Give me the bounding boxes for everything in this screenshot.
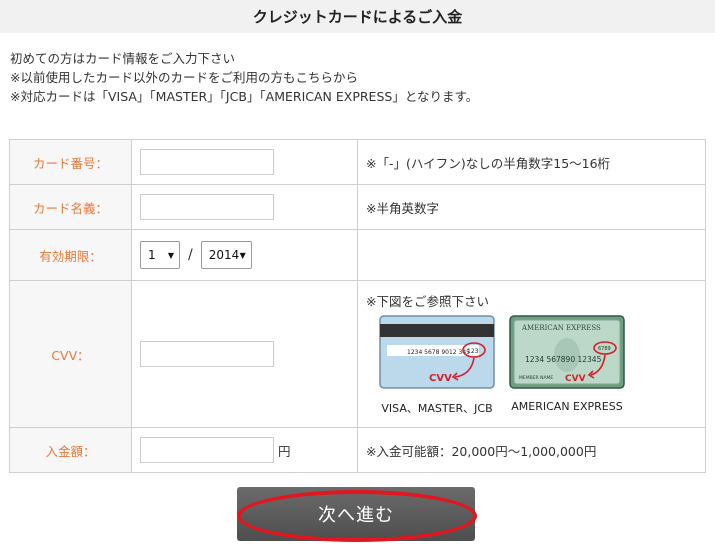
amex-holder: MEMBER NAME [519,375,553,381]
amount-row: 入金額： 円 ※入金可能額：20,000円～1,000,000円 [9,427,706,473]
card-number-input[interactable] [140,149,274,175]
card-name-input[interactable] [140,194,274,220]
expiry-month-select[interactable]: 1 ▼ [140,241,180,269]
card-name-note: ※半角英数字 [357,184,706,230]
next-button-label: 次へ進む [318,505,394,526]
amex-card-example: AMERICAN EXPRESS 1234 567890 12345 MEMBE… [502,315,632,416]
chevron-down-icon: ▼ [239,250,246,260]
amount-unit: 円 [278,443,291,459]
amount-input[interactable] [140,437,274,463]
card-number-label: カード番号： [9,139,132,185]
cvv-input[interactable] [140,341,274,367]
cvv-row: CVV： ※下図をご参照下さい 1234 5678 9012 345 123 C… [9,280,706,428]
card-form-table: カード番号： ※「-」(ハイフン)なしの半角数字15～16桁 カード名義： ※半… [9,139,706,473]
intro-text: 初めての方はカード情報をご入力下さい ※以前使用したカード以外のカードをご利用の… [10,49,478,106]
page-title: クレジットカードによるご入金 [252,8,463,26]
expiry-note [357,229,706,281]
expiry-row: 有効期限： 1 ▼ / 2014 ▼ [9,229,706,281]
amex-cvv-tag: CVV [565,374,586,384]
intro-line: ※以前使用したカード以外のカードをご利用の方もこちらから [10,70,358,85]
cvv-help-cell: ※下図をご参照下さい 1234 5678 9012 345 123 CVV VI… [357,280,706,428]
intro-line: ※対応カードは「VISA」「MASTER」「JCB」「AMERICAN EXPR… [10,89,479,104]
visa-card-example: 1234 5678 9012 345 123 CVV VISA、MASTER、J… [372,315,502,416]
intro-line: 初めての方はカード情報をご入力下さい [10,51,236,66]
card-name-row: カード名義： ※半角英数字 [9,184,706,230]
card1-code: 123 [467,348,479,355]
amex-card-illustration: AMERICAN EXPRESS 1234 567890 12345 MEMBE… [509,315,625,389]
amex-number: 1234 567890 12345 [525,355,602,364]
page-header: クレジットカードによるご入金 [0,0,715,33]
expiry-year-select[interactable]: 2014 ▼ [200,241,252,269]
expiry-label: 有効期限： [9,229,132,281]
expiry-year-value: 2014 [208,248,240,262]
next-button[interactable]: 次へ進む [237,487,475,541]
card-number-note: ※「-」(ハイフン)なしの半角数字15～16桁 [357,139,706,185]
card-back-illustration: 1234 5678 9012 345 123 CVV [379,315,495,389]
cvv-note: ※下図をご参照下さい [366,294,489,309]
amount-note: ※入金可能額：20,000円～1,000,000円 [357,427,706,473]
card1-caption: VISA、MASTER、JCB [381,402,493,415]
card1-number: 1234 5678 9012 345 [407,349,470,356]
chevron-down-icon: ▼ [167,250,174,260]
card2-caption: AMERICAN EXPRESS [511,400,623,413]
card-name-label: カード名義： [9,184,132,230]
expiry-month-value: 1 [148,248,156,262]
amex-brand: AMERICAN EXPRESS [521,324,601,332]
expiry-separator: / [188,247,193,263]
card1-cvv-tag: CVV [429,373,452,384]
amount-label: 入金額： [9,427,132,473]
amex-code: 6789 [598,346,611,352]
cvv-label: CVV： [9,280,132,428]
card-number-row: カード番号： ※「-」(ハイフン)なしの半角数字15～16桁 [9,139,706,185]
